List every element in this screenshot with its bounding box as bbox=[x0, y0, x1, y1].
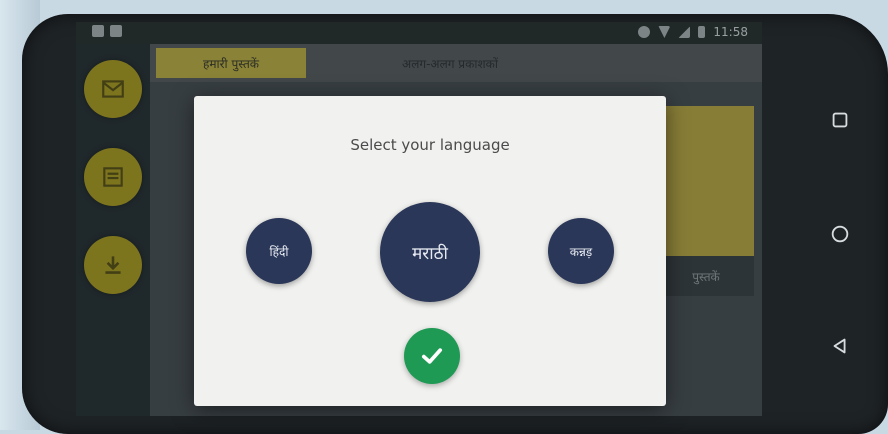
home-icon bbox=[831, 225, 849, 243]
language-dialog: Select your language हिंदी मराठी कन्नड़ bbox=[194, 96, 666, 406]
language-label: मराठी bbox=[412, 243, 448, 264]
language-option-kannada[interactable]: कन्नड़ bbox=[548, 218, 614, 284]
confirm-button[interactable] bbox=[404, 328, 460, 384]
home-button[interactable] bbox=[826, 220, 854, 248]
navigation-bar bbox=[796, 60, 888, 400]
language-option-marathi[interactable]: मराठी bbox=[380, 202, 480, 302]
language-option-hindi[interactable]: हिंदी bbox=[246, 218, 312, 284]
back-button[interactable] bbox=[826, 332, 854, 360]
recent-apps-icon bbox=[832, 112, 848, 128]
language-label: कन्नड़ bbox=[569, 244, 593, 259]
dialog-title: Select your language bbox=[350, 136, 510, 154]
language-label: हिंदी bbox=[269, 244, 289, 259]
back-icon bbox=[833, 338, 846, 354]
check-icon bbox=[421, 348, 443, 364]
recent-apps-button[interactable] bbox=[826, 106, 854, 134]
